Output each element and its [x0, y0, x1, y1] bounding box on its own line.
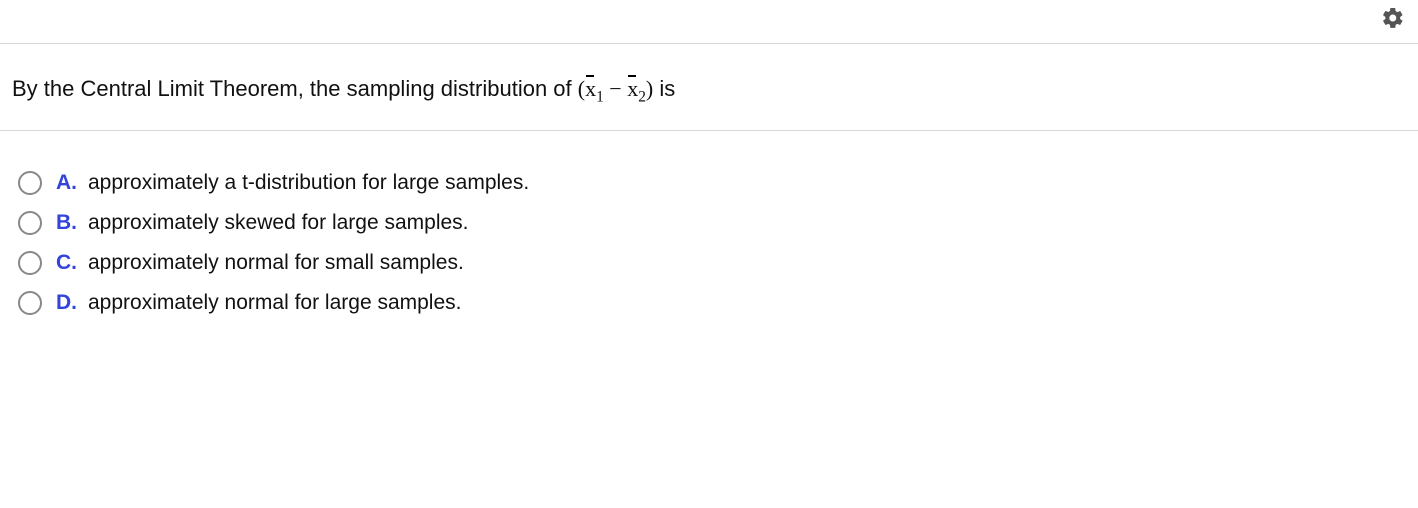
math-expression: (x1 − x2)	[578, 76, 653, 101]
option-letter: A.	[56, 171, 88, 195]
gear-icon	[1381, 6, 1405, 36]
option-d[interactable]: D. approximately normal for large sample…	[18, 291, 1406, 315]
radio-icon	[18, 171, 42, 195]
option-b[interactable]: B. approximately skewed for large sample…	[18, 211, 1406, 235]
option-letter: C.	[56, 251, 88, 275]
question-suffix: is	[659, 76, 675, 101]
option-letter: D.	[56, 291, 88, 315]
option-a[interactable]: A. approximately a t-distribution for la…	[18, 171, 1406, 195]
option-text: approximately skewed for large samples.	[88, 211, 469, 235]
option-letter: B.	[56, 211, 88, 235]
settings-button[interactable]	[1378, 6, 1408, 36]
option-c[interactable]: C. approximately normal for small sample…	[18, 251, 1406, 275]
question-prefix: By the Central Limit Theorem, the sampli…	[12, 76, 578, 101]
option-text: approximately normal for large samples.	[88, 291, 462, 315]
radio-icon	[18, 291, 42, 315]
top-bar	[0, 0, 1418, 44]
question-text: By the Central Limit Theorem, the sampli…	[0, 44, 1418, 131]
options-list: A. approximately a t-distribution for la…	[0, 131, 1418, 343]
radio-icon	[18, 251, 42, 275]
question-container: By the Central Limit Theorem, the sampli…	[0, 0, 1418, 343]
radio-icon	[18, 211, 42, 235]
option-text: approximately a t-distribution for large…	[88, 171, 529, 195]
option-text: approximately normal for small samples.	[88, 251, 464, 275]
